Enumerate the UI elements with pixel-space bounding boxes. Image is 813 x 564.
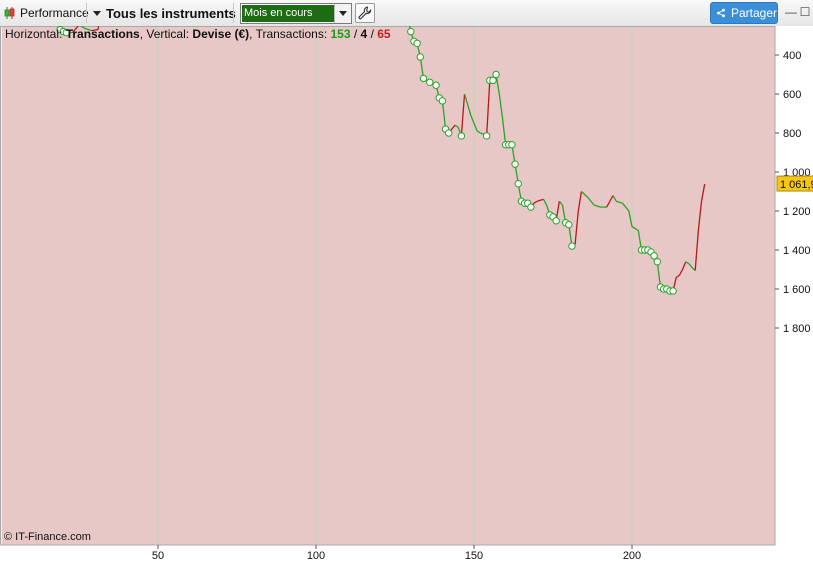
chart-legend: Horizontal: Transactions, Vertical: Devi…: [5, 27, 391, 41]
period-select[interactable]: Mois en cours: [240, 3, 352, 24]
losing-trades-count: 65: [377, 27, 391, 41]
chevron-down-icon[interactable]: [334, 4, 351, 23]
x-tick-label: 50: [152, 550, 164, 562]
instruments-label: Tous les instruments: [106, 5, 236, 21]
trade-marker: [482, 132, 491, 140]
period-value: Mois en cours: [242, 5, 334, 22]
x-tick-label: 100: [307, 550, 325, 562]
toolbar-divider: [86, 3, 87, 23]
trade-marker: [426, 78, 434, 87]
maximize-icon: ☐: [799, 5, 811, 19]
performance-label: Performance: [20, 6, 89, 20]
trade-marker: [653, 258, 661, 266]
trade-marker: [527, 203, 535, 211]
trade-marker: [669, 287, 677, 295]
share-label: Partager: [730, 6, 777, 20]
legend-vertical-value: Devise (€): [192, 27, 250, 41]
minimize-button[interactable]: —: [784, 5, 798, 19]
x-tick-label: 200: [623, 550, 641, 562]
winning-trades-count: 153: [330, 27, 351, 41]
x-axis-panel: [0, 545, 775, 564]
y-tick-label: 400: [783, 50, 801, 62]
performance-chart: 1 8001 6001 4001 2001 000800600400200-20…: [0, 26, 813, 564]
share-icon: [717, 8, 725, 18]
trade-marker: [416, 53, 424, 61]
legend-separator: /: [350, 27, 361, 41]
trade-marker: [407, 27, 415, 36]
performance-menu[interactable]: Performance: [4, 0, 89, 26]
y-tick-label: 1 600: [783, 284, 811, 296]
y-tick-label: 600: [783, 89, 801, 101]
trade-marker: [568, 242, 576, 250]
trade-marker: [413, 39, 421, 47]
legend-horizontal-value: Transactions: [65, 27, 140, 41]
trade-marker: [419, 74, 428, 83]
trade-marker: [514, 180, 522, 188]
trade-marker: [565, 220, 573, 229]
x-tick-label: 150: [465, 550, 483, 562]
trade-marker: [457, 132, 466, 140]
maximize-button[interactable]: ☐: [798, 5, 812, 19]
legend-horizontal-label: Horizontal:: [5, 27, 66, 41]
trade-marker: [650, 252, 658, 260]
y-tick-label: 800: [783, 128, 801, 140]
share-button[interactable]: Partager: [710, 2, 778, 24]
y-tick-label: 1 800: [783, 323, 811, 335]
toolbar-divider: [233, 3, 234, 23]
last-value-label: 1 061,9: [780, 179, 813, 191]
trade-marker: [508, 141, 516, 149]
trade-marker: [432, 81, 440, 89]
minimize-icon: —: [785, 5, 797, 19]
wrench-icon: [358, 6, 372, 20]
trade-marker: [511, 160, 519, 168]
y-tick-label: 1 400: [783, 245, 811, 257]
trade-marker: [438, 97, 447, 105]
candlestick-icon: [4, 7, 15, 19]
settings-wrench-button[interactable]: [355, 3, 375, 23]
trade-marker: [489, 76, 497, 85]
legend-separator: /: [367, 27, 378, 41]
legend-transactions-label: , Transactions:: [249, 27, 331, 41]
toolbar: Performance Tous les instruments Mois en…: [0, 0, 813, 27]
trade-marker: [552, 217, 560, 225]
trade-marker: [492, 70, 500, 79]
instruments-dropdown[interactable]: Tous les instruments: [93, 0, 236, 26]
copyright-credit: © IT-Finance.com: [4, 531, 91, 543]
y-tick-label: 1 200: [783, 206, 811, 218]
legend-vertical-label: , Vertical:: [139, 27, 193, 41]
chevron-down-icon: [93, 10, 101, 16]
trade-marker: [445, 129, 453, 137]
